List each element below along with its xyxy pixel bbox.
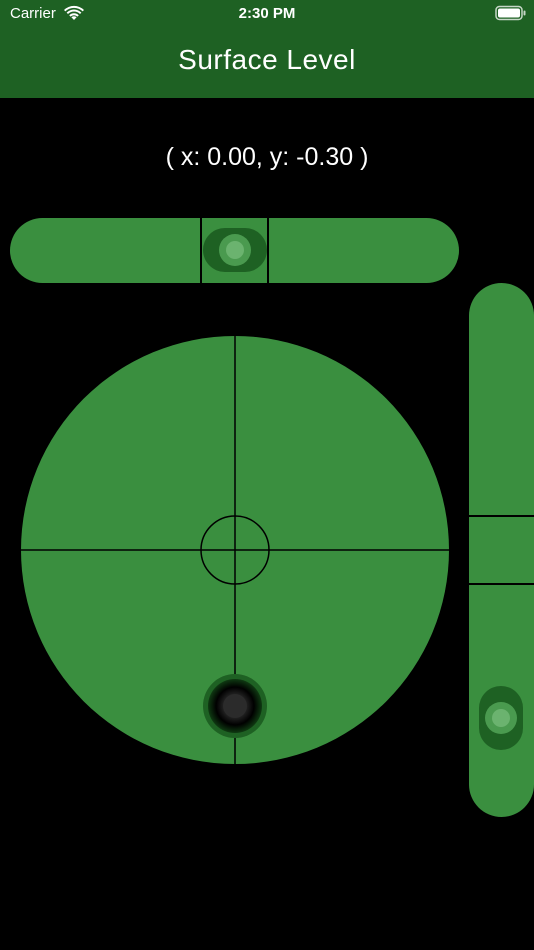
surface-level-dial — [21, 336, 449, 764]
horizontal-vial — [10, 218, 459, 283]
vertical-bubble — [479, 686, 523, 750]
surface-bubble — [203, 674, 267, 738]
level-screen: Carrier 2:30 PM Surface Level ( x: 0.00,… — [0, 0, 534, 950]
level-gauges — [10, 218, 534, 817]
horizontal-bubble — [203, 228, 267, 272]
vertical-vial — [469, 283, 534, 817]
